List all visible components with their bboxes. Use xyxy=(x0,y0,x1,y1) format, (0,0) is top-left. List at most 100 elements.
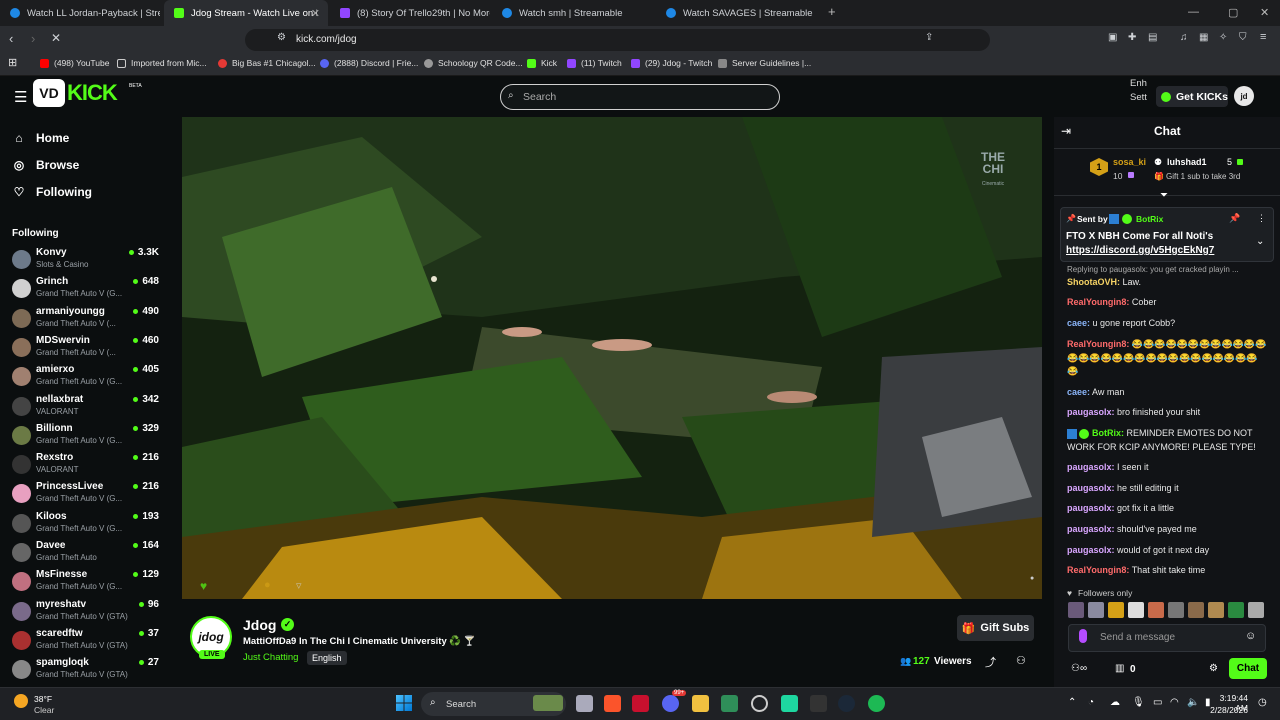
hamburger-menu-icon[interactable]: ☰ xyxy=(14,88,27,106)
settings-gear-icon[interactable]: ⚙ xyxy=(1209,663,1218,674)
clock-date[interactable]: 2/28/2026 xyxy=(1210,705,1248,715)
emote-icon[interactable] xyxy=(1228,602,1244,618)
bookmark-item[interactable]: Big Bas #1 Chicagol... xyxy=(218,58,316,68)
app-icon[interactable] xyxy=(781,695,798,712)
following-channel-row[interactable]: Konvy Slots & Casino 3.3K xyxy=(12,246,162,274)
emote-icon[interactable] xyxy=(1168,602,1184,618)
url-text[interactable]: kick.com/jdog xyxy=(296,34,357,45)
browser-tab[interactable]: Watch smh | Streamable xyxy=(492,0,656,26)
following-channel-row[interactable]: Davee Grand Theft Auto 164 xyxy=(12,539,162,567)
following-channel-row[interactable]: Billionn Grand Theft Auto V (G... 329 xyxy=(12,422,162,450)
chat-username[interactable]: RealYoungin8: xyxy=(1067,339,1129,349)
emote-icon[interactable] xyxy=(1148,602,1164,618)
bookmark-item[interactable]: (2888) Discord | Frie... xyxy=(320,58,418,68)
chevron-down-icon[interactable]: ⌄ xyxy=(1256,236,1264,247)
chat-username[interactable]: paugasolx: xyxy=(1067,545,1115,555)
microphone-icon[interactable]: 🎙 xyxy=(1132,697,1145,708)
app-icon[interactable] xyxy=(632,695,649,712)
wifi-icon[interactable]: ◠ xyxy=(1170,697,1179,708)
emote-icon[interactable] xyxy=(1188,602,1204,618)
address-bar[interactable] xyxy=(245,29,990,51)
expand-leaderboard-icon[interactable]: ⏷ xyxy=(1160,190,1168,201)
points-icon[interactable]: ⚇∞ xyxy=(1071,663,1087,674)
gift-prompt[interactable]: Gift 1 sub to take 3rd xyxy=(1166,172,1240,181)
sidebar-item-following[interactable]: ♡ Following xyxy=(12,185,92,199)
category-link[interactable]: Just Chatting xyxy=(243,652,298,663)
steam-icon[interactable] xyxy=(838,695,855,712)
heart-icon[interactable]: ♥ xyxy=(200,579,207,593)
collapse-chat-icon[interactable]: ⇥ xyxy=(1061,124,1071,138)
chat-username[interactable]: RealYoungin8: xyxy=(1067,297,1129,307)
tray-app-icon[interactable]: ◔ xyxy=(1088,697,1094,708)
emoji-icon[interactable]: ☺ xyxy=(1245,630,1256,642)
wallet-icon[interactable]: ▦ xyxy=(1199,32,1208,43)
emote-icon[interactable] xyxy=(1128,602,1144,618)
streamer-name[interactable]: Jdog xyxy=(243,617,276,633)
pinned-link[interactable]: https://discord.gg/v5HgcEkNg7 xyxy=(1066,245,1214,256)
following-channel-row[interactable]: spamgloqk Grand Theft Auto V (GTA) 27 xyxy=(12,656,162,684)
close-window-icon[interactable]: ✕ xyxy=(1260,6,1269,19)
sidebar-item-home[interactable]: ⌂ Home xyxy=(12,131,69,145)
stop-icon[interactable]: ✕ xyxy=(51,31,61,45)
minimize-icon[interactable]: — xyxy=(1188,6,1199,18)
bookmark-item[interactable]: (11) Twitch xyxy=(567,58,622,68)
new-tab-icon[interactable]: + xyxy=(828,4,836,19)
browser-tab[interactable]: Watch SAVAGES | Streamable xyxy=(656,0,820,26)
chat-username[interactable]: RealYoungin8: xyxy=(1067,565,1129,575)
extension-icon[interactable]: ▣ xyxy=(1108,32,1117,43)
menu-icon[interactable]: ≡ xyxy=(1260,31,1266,43)
vpn-icon[interactable]: ⛉ xyxy=(1239,32,1247,43)
close-tab-icon[interactable]: ✕ xyxy=(311,7,320,20)
user-avatar[interactable]: jd xyxy=(1234,86,1254,106)
app-icon[interactable] xyxy=(751,695,768,712)
more-options-icon[interactable]: ⋮ xyxy=(1257,213,1266,224)
discord-icon[interactable] xyxy=(662,695,679,712)
chat-username[interactable]: paugasolx: xyxy=(1067,503,1115,513)
chat-username[interactable]: ShootaOVH: xyxy=(1067,277,1120,287)
following-channel-row[interactable]: MsFinesse Grand Theft Auto V (G... 129 xyxy=(12,568,162,596)
chat-username[interactable]: paugasolx: xyxy=(1067,483,1115,493)
chat-username[interactable]: paugasolx: xyxy=(1067,462,1115,472)
gift-subs-button[interactable]: 🎁 Gift Subs xyxy=(957,615,1034,641)
following-channel-row[interactable]: MDSwervin Grand Theft Auto V (... 460 xyxy=(12,334,162,362)
chat-username[interactable]: caee: xyxy=(1067,387,1090,397)
enhancer-settings-icon[interactable]: Enh Sett xyxy=(1130,77,1152,105)
following-channel-row[interactable]: nellaxbrat VALORANT 342 xyxy=(12,393,162,421)
maximize-icon[interactable]: ▢ xyxy=(1228,6,1238,19)
sidebar-icon[interactable]: ▤ xyxy=(1148,32,1157,43)
spotify-icon[interactable] xyxy=(868,695,885,712)
share-icon[interactable]: ⇪ xyxy=(925,32,933,43)
gift-icon[interactable]: ▥ xyxy=(1115,663,1124,674)
chat-username[interactable]: paugasolx: xyxy=(1067,524,1115,534)
chat-username[interactable]: paugasolx: xyxy=(1067,407,1115,417)
following-channel-row[interactable]: PrincessLivee Grand Theft Auto V (G... 216 xyxy=(12,480,162,508)
bookmark-item[interactable]: (498) YouTube xyxy=(40,58,109,68)
leo-icon[interactable]: ✧ xyxy=(1219,32,1227,43)
chat-username[interactable]: BotRix: xyxy=(1092,428,1124,438)
following-channel-row[interactable]: armaniyoungg Grand Theft Auto V (... 490 xyxy=(12,305,162,333)
notification-bell-icon[interactable]: ◷ xyxy=(1258,697,1267,708)
bookmark-item[interactable]: Kick xyxy=(527,58,557,68)
file-explorer-icon[interactable] xyxy=(692,695,709,712)
bookmark-item[interactable]: Schoology QR Code... xyxy=(424,58,523,68)
following-channel-row[interactable]: scaredftw Grand Theft Auto V (GTA) 37 xyxy=(12,627,162,655)
bookmark-item[interactable]: (29) Jdog - Twitch xyxy=(631,58,712,68)
tray-app-icon[interactable]: ☁ xyxy=(1110,697,1120,708)
share-icon[interactable]: ⤴ xyxy=(985,654,996,670)
puzzle-icon[interactable]: ✚ xyxy=(1128,32,1136,43)
get-kicks-button[interactable]: Get KICKs xyxy=(1156,86,1228,107)
browser-tab[interactable]: (8) Story Of Trello29th | No More Bre xyxy=(330,0,490,26)
forward-icon[interactable]: › xyxy=(31,31,35,46)
chat-username[interactable]: caee: xyxy=(1067,318,1090,328)
emote-icon[interactable] xyxy=(1108,602,1124,618)
bookmark-folder[interactable]: Imported from Mic... xyxy=(117,58,207,68)
bookmark-item[interactable]: Server Guidelines |... xyxy=(718,58,811,68)
following-channel-row[interactable]: Grinch Grand Theft Auto V (G... 648 xyxy=(12,275,162,303)
music-icon[interactable]: ♫ xyxy=(1180,32,1188,43)
emote-icon[interactable] xyxy=(1068,602,1084,618)
chat-send-button[interactable]: Chat xyxy=(1229,658,1267,679)
following-channel-row[interactable]: Kiloos Grand Theft Auto V (G... 193 xyxy=(12,510,162,538)
back-icon[interactable]: ‹ xyxy=(9,31,13,46)
site-info-icon[interactable]: ⚙ xyxy=(277,32,286,43)
app-icon[interactable] xyxy=(721,695,738,712)
